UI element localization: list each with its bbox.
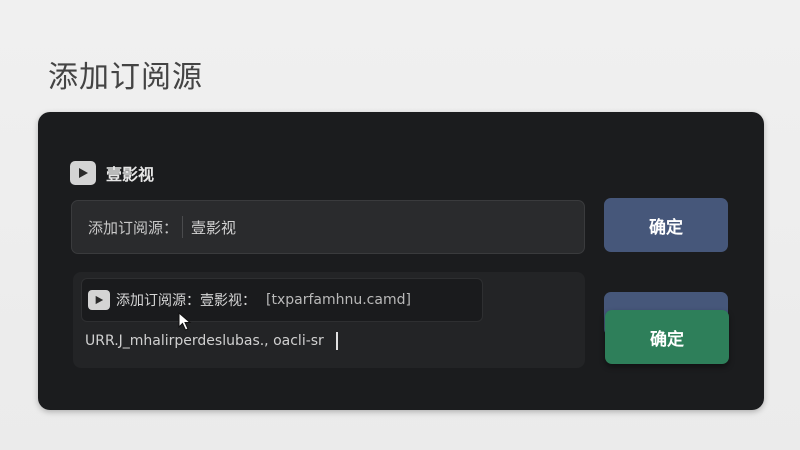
suggestion-box: 添加订阅源：壹影视： [txparfamhnu.camd] URR.J_mhal… <box>73 272 585 368</box>
page: 添加订阅源 壹影视 添加订阅源： 壹影视 确定 添加订阅源：壹影视： [txpa… <box>0 0 800 450</box>
confirm-button-green[interactable]: 确定 <box>605 310 729 364</box>
source-name: 壹影视 <box>106 165 155 184</box>
subscription-input-field[interactable]: 添加订阅源： 壹影视 <box>71 200 585 254</box>
page-title: 添加订阅源 <box>48 60 203 95</box>
confirm-button[interactable]: 确定 <box>604 198 728 252</box>
subscription-input-label: 添加订阅源： <box>88 218 179 237</box>
input-divider <box>182 216 184 238</box>
suggestion-item-label: 添加订阅源：壹影视： <box>116 293 256 309</box>
subscription-panel: 壹影视 添加订阅源： 壹影视 确定 添加订阅源：壹影视： [txparfamhn… <box>38 112 764 410</box>
mouse-pointer-icon <box>178 311 194 336</box>
url-input-text: URR.J_mhalirperdeslubas., oacli-sr <box>85 333 324 349</box>
url-input[interactable]: URR.J_mhalirperdeslubas., oacli-sr <box>85 332 338 350</box>
play-icon <box>70 161 96 185</box>
play-icon <box>88 290 110 310</box>
source-header: 壹影视 <box>70 161 154 185</box>
subscription-input-value[interactable]: 壹影视 <box>191 217 236 238</box>
suggestion-item[interactable]: 添加订阅源：壹影视： [txparfamhnu.camd] <box>81 278 483 322</box>
suggestion-item-url: [txparfamhnu.camd] <box>266 292 411 308</box>
text-caret <box>335 332 338 350</box>
